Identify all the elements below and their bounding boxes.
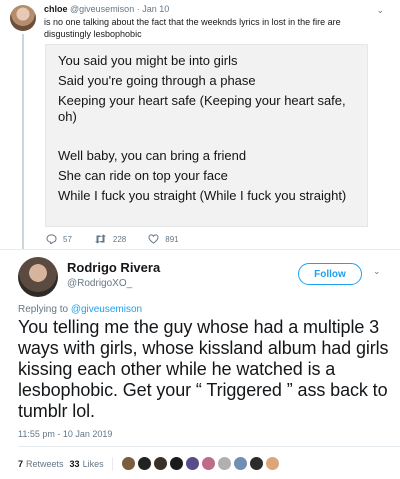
- liker-avatar[interactable]: [152, 456, 168, 471]
- liker-avatar[interactable]: [136, 456, 152, 471]
- retweet-count: 228: [112, 234, 127, 244]
- author-handle[interactable]: @RodrigoXO_: [67, 278, 132, 289]
- lyrics-image[interactable]: You said you might be into girls Said yo…: [45, 44, 368, 227]
- quoted-tweet-text: is no one talking about the fact that th…: [44, 17, 341, 39]
- liker-avatar[interactable]: [120, 456, 136, 471]
- quoted-author-handle-time: @giveusemison · Jan 10: [70, 4, 170, 14]
- liker-avatar[interactable]: [232, 456, 248, 471]
- quoted-more-chevron-icon[interactable]: ⌄: [376, 5, 384, 16]
- replying-to-mention[interactable]: @giveusemison: [71, 304, 142, 315]
- liker-avatar[interactable]: [264, 456, 280, 471]
- lyrics-line: She can ride on top your face: [58, 168, 228, 183]
- tweet-text: You telling me the guy whose had a multi…: [18, 317, 389, 421]
- lyrics-line: While I fuck you straight (While I fuck …: [58, 188, 347, 203]
- likes-count: 33: [69, 458, 80, 469]
- stats-separator: [111, 456, 113, 471]
- tweet-divider: [0, 249, 400, 250]
- retweets-label: Retweets: [26, 458, 64, 469]
- reply-count: 57: [63, 234, 72, 244]
- retweet-action[interactable]: 228: [94, 234, 126, 244]
- liker-avatar[interactable]: [248, 456, 264, 471]
- liker-avatar[interactable]: [168, 456, 184, 471]
- reply-action[interactable]: 57: [46, 234, 72, 244]
- author-avatar[interactable]: [18, 257, 58, 297]
- author-name[interactable]: Rodrigo Rivera: [67, 260, 160, 275]
- tweet-stats: 7 Retweets 33 Likes: [18, 456, 281, 471]
- retweet-icon: [94, 234, 106, 244]
- liker-avatar[interactable]: [184, 456, 200, 471]
- heart-icon: [148, 234, 159, 244]
- retweets-stat[interactable]: 7 Retweets: [18, 459, 64, 469]
- like-count: 891: [165, 234, 179, 244]
- quoted-tweet-header: chloe @giveusemison · Jan 10: [44, 4, 169, 15]
- thread-line: [22, 34, 24, 249]
- more-options-chevron-icon[interactable]: ⌄: [373, 266, 381, 277]
- lyrics-line: Said you're going through a phase: [58, 73, 256, 88]
- replying-prefix: Replying to: [18, 304, 69, 315]
- likes-stat[interactable]: 33 Likes: [70, 459, 104, 469]
- lyrics-line: Well baby, you can bring a friend: [58, 148, 247, 163]
- like-action[interactable]: 891: [148, 234, 179, 244]
- liker-avatar[interactable]: [200, 456, 216, 471]
- stats-divider: [18, 446, 400, 447]
- quoted-author-avatar[interactable]: [10, 5, 36, 31]
- lyrics-line: You said you might be into girls: [58, 53, 238, 68]
- quoted-author-name[interactable]: chloe: [44, 4, 68, 14]
- reply-icon: [46, 234, 57, 244]
- quoted-tweet[interactable]: chloe @giveusemison · Jan 10 ⌄ is no one…: [0, 0, 400, 249]
- liker-avatars: [120, 456, 281, 471]
- tweet-timestamp[interactable]: 11:55 pm - 10 Jan 2019: [18, 429, 112, 439]
- retweets-count: 7: [18, 458, 24, 469]
- likes-label: Likes: [82, 458, 104, 469]
- lyrics-line: Keeping your heart safe (Keeping your he…: [58, 93, 346, 124]
- replying-to: Replying to @giveusemison: [18, 304, 142, 315]
- liker-avatar[interactable]: [216, 456, 232, 471]
- follow-button[interactable]: Follow: [298, 263, 362, 285]
- quoted-tweet-actions: 57 228 891: [46, 234, 201, 244]
